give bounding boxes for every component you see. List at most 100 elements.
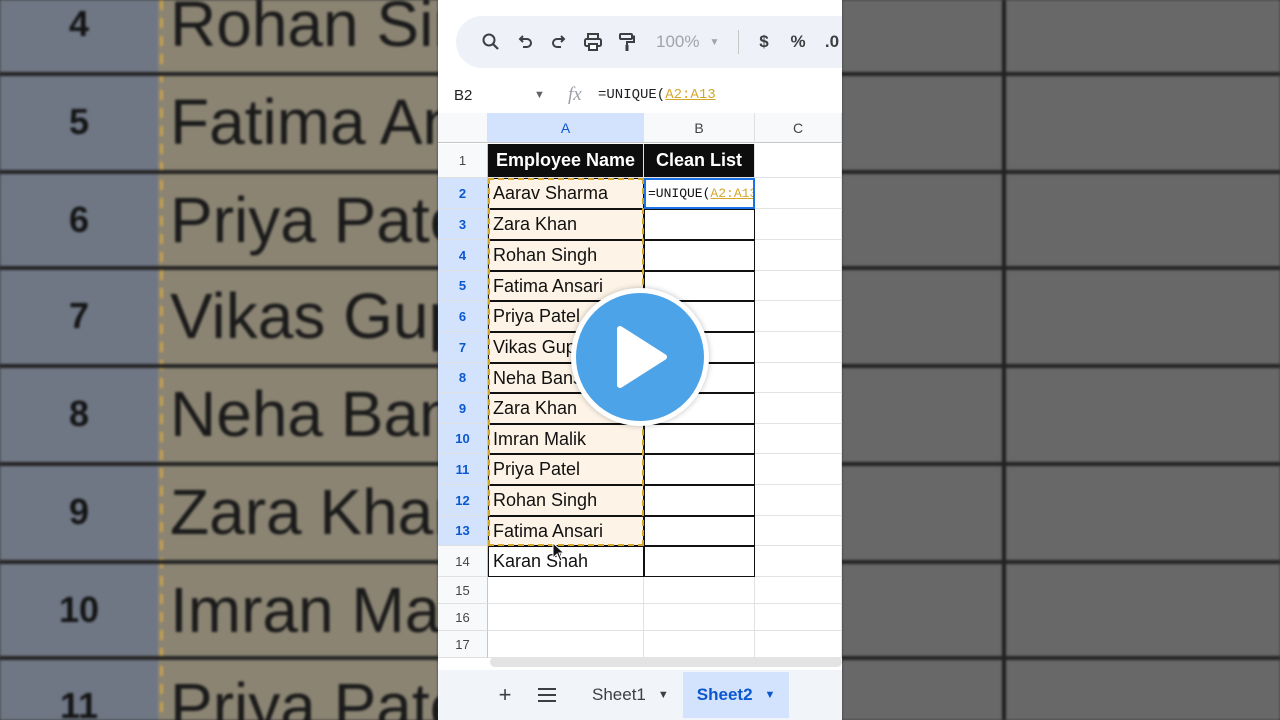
bg-row-number: 5	[68, 101, 90, 142]
cell-b1[interactable]: Clean List	[644, 144, 755, 178]
cell-c13[interactable]	[755, 516, 842, 546]
cell-b11[interactable]	[644, 454, 755, 485]
cell-b10[interactable]	[644, 424, 755, 454]
toolbar: 100% ▼ $ % .0	[456, 16, 842, 68]
undo-icon[interactable]	[508, 25, 542, 59]
cell-a11[interactable]: Priya Patel	[488, 454, 644, 485]
decrease-decimal-button[interactable]: .0	[815, 32, 842, 52]
sheet-list-icon[interactable]	[526, 670, 568, 720]
bg-row-number: 10	[58, 589, 100, 630]
add-sheet-icon[interactable]: +	[484, 670, 526, 720]
mouse-cursor-icon	[552, 541, 566, 567]
column-header-c[interactable]: C	[755, 113, 842, 143]
column-header-a[interactable]: A	[488, 113, 644, 143]
formula-prefix: =UNIQUE(	[598, 87, 666, 103]
cell-c5[interactable]	[755, 271, 842, 301]
row-header[interactable]: 17	[438, 631, 488, 658]
play-button[interactable]	[571, 288, 709, 426]
cell-c12[interactable]	[755, 485, 842, 516]
bg-row-number: 4	[68, 3, 90, 44]
row-header[interactable]: 8	[438, 363, 488, 393]
horizontal-scrollbar[interactable]	[490, 657, 842, 667]
cell-c9[interactable]	[755, 393, 842, 424]
row-header[interactable]: 7	[438, 332, 488, 363]
percent-format-button[interactable]: %	[781, 32, 815, 52]
tab-sheet1[interactable]: Sheet1 ▼	[578, 672, 683, 718]
active-cell-prefix: =UNIQUE(	[648, 186, 711, 201]
formula-range: A2:A13	[665, 87, 716, 103]
cell-a2[interactable]: Aarav Sharma	[488, 178, 644, 209]
chevron-down-icon[interactable]: ▼	[534, 89, 554, 101]
cell-b16[interactable]	[644, 604, 755, 631]
cell-b13[interactable]	[644, 516, 755, 546]
row-header[interactable]: 10	[438, 424, 488, 454]
bg-row-name: Imran Malil	[170, 574, 483, 646]
cell-b17[interactable]	[644, 631, 755, 658]
cell-c14[interactable]	[755, 546, 842, 577]
zoom-value: 100%	[656, 32, 700, 51]
column-header-b[interactable]: B	[644, 113, 755, 143]
row-header[interactable]: 5	[438, 271, 488, 301]
print-icon[interactable]	[576, 25, 610, 59]
row-header[interactable]: 15	[438, 577, 488, 604]
tab-sheet2[interactable]: Sheet2 ▼	[682, 672, 790, 718]
cell-a13[interactable]: Fatima Ansari	[488, 516, 644, 546]
bg-row-name: Vikas Gupt	[170, 280, 482, 352]
row-header[interactable]: 12	[438, 485, 488, 516]
row-header[interactable]: 4	[438, 240, 488, 271]
cell-c2[interactable]	[755, 178, 842, 209]
cell-a17[interactable]	[488, 631, 644, 658]
row-header[interactable]: 9	[438, 393, 488, 424]
cell-c4[interactable]	[755, 240, 842, 271]
play-icon	[617, 326, 667, 388]
search-icon[interactable]	[474, 25, 508, 59]
paint-format-icon[interactable]	[610, 25, 644, 59]
cell-c3[interactable]	[755, 209, 842, 240]
cell-a16[interactable]	[488, 604, 644, 631]
bg-row-number: 11	[59, 685, 99, 720]
cell-b2-active[interactable]: =UNIQUE(A2:A13	[644, 178, 755, 209]
row-header[interactable]: 16	[438, 604, 488, 631]
cell-a10[interactable]: Imran Malik	[488, 424, 644, 454]
tab-label: Sheet1	[592, 685, 646, 704]
row-header[interactable]: 2	[438, 178, 488, 209]
row-header[interactable]: 3	[438, 209, 488, 240]
cell-b4[interactable]	[644, 240, 755, 271]
cell-a14[interactable]: Karan Shah	[488, 546, 644, 577]
cell-b3[interactable]	[644, 209, 755, 240]
formula-input[interactable]: =UNIQUE(A2:A13	[598, 87, 716, 103]
row-header[interactable]: 14	[438, 546, 488, 577]
cell-c10[interactable]	[755, 424, 842, 454]
row-header[interactable]: 13	[438, 516, 488, 546]
name-box[interactable]: B2	[438, 87, 534, 104]
cell-c11[interactable]	[755, 454, 842, 485]
cell-a15[interactable]	[488, 577, 644, 604]
zoom-select[interactable]: 100% ▼	[656, 32, 732, 52]
cell-c6[interactable]	[755, 301, 842, 332]
chevron-down-icon: ▼	[657, 689, 669, 701]
row-header[interactable]: 11	[438, 454, 488, 485]
redo-icon[interactable]	[542, 25, 576, 59]
row-header[interactable]: 6	[438, 301, 488, 332]
cell-a12[interactable]: Rohan Singh	[488, 485, 644, 516]
cell-c16[interactable]	[755, 604, 842, 631]
cell-c17[interactable]	[755, 631, 842, 658]
cell-b12[interactable]	[644, 485, 755, 516]
row-header[interactable]: 1	[438, 144, 488, 178]
bg-row-name: Priya Patel	[170, 184, 480, 256]
bg-row-name: Priya Patel	[170, 670, 480, 720]
cell-a4[interactable]: Rohan Singh	[488, 240, 644, 271]
cell-b14[interactable]	[644, 546, 755, 577]
cell-a3[interactable]: Zara Khan	[488, 209, 644, 240]
currency-format-button[interactable]: $	[747, 32, 781, 52]
cell-c8[interactable]	[755, 363, 842, 393]
cell-c1[interactable]	[755, 144, 842, 178]
cell-b15[interactable]	[644, 577, 755, 604]
active-cell-range: A2:A13	[710, 186, 755, 201]
chevron-down-icon: ▼	[709, 36, 720, 48]
cell-c15[interactable]	[755, 577, 842, 604]
cell-a1[interactable]: Employee Name	[488, 144, 644, 178]
select-all-corner[interactable]	[438, 113, 488, 143]
bg-row-name: Zara Khan	[170, 476, 469, 548]
cell-c7[interactable]	[755, 332, 842, 363]
